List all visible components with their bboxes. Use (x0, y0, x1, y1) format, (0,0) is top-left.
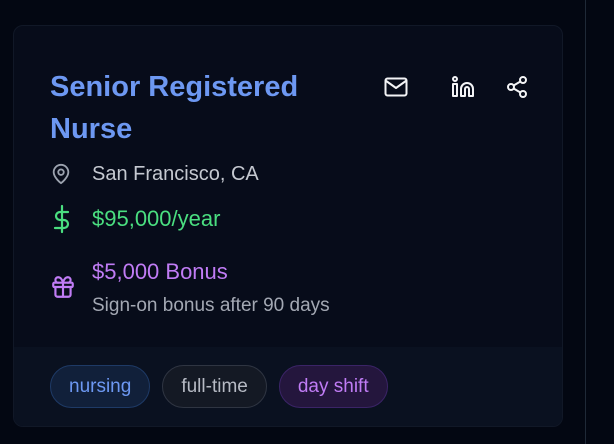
share-button[interactable] (490, 74, 544, 100)
mail-icon (384, 77, 408, 97)
gift-icon (52, 276, 74, 298)
job-card-body: Senior Registered Nurse San Francisco, C… (14, 26, 562, 347)
share-icon (507, 76, 527, 98)
bonus-row: $5,000 Bonus Sign-on bonus after 90 days (50, 258, 330, 320)
bonus-title: $5,000 Bonus (92, 259, 228, 284)
tags-footer: nursing full-time day shift (14, 347, 562, 426)
bonus-description: Sign-on bonus after 90 days (92, 295, 330, 316)
bonus-details: $5,000 Bonus Sign-on bonus after 90 days (92, 258, 330, 320)
tag-nursing[interactable]: nursing (50, 365, 151, 408)
page-divider (585, 0, 586, 444)
email-button[interactable] (382, 74, 436, 100)
tag-full-time[interactable]: full-time (162, 365, 267, 408)
linkedin-icon (452, 76, 474, 97)
job-title: Senior Registered Nurse (50, 71, 299, 145)
salary-row: $95,000/year (50, 204, 220, 234)
dollar-icon (53, 204, 70, 234)
salary-text: $95,000/year (92, 206, 221, 231)
job-card: Senior Registered Nurse San Francisco, C… (13, 25, 563, 427)
location-text: San Francisco, CA (92, 162, 259, 185)
share-actions (382, 74, 544, 100)
tag-day-shift[interactable]: day shift (278, 365, 388, 408)
location-row: San Francisco, CA (50, 162, 259, 186)
linkedin-button[interactable] (436, 74, 490, 100)
map-pin-icon (52, 163, 70, 185)
